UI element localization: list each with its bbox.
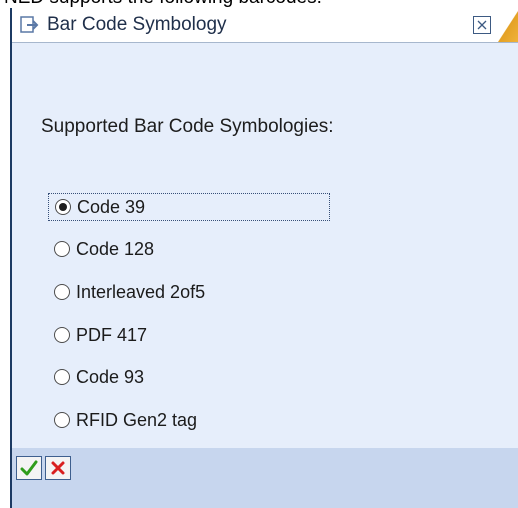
dialog-title: Bar Code Symbology	[47, 14, 227, 35]
radio-option-label: Code 128	[76, 239, 155, 259]
radio-button[interactable]	[55, 199, 71, 215]
titlebar-accent-decoration	[498, 8, 518, 42]
radio-option-label: Code 39	[77, 197, 146, 217]
dialog-footer	[12, 448, 518, 508]
green-check-icon	[20, 460, 38, 476]
radio-option-code-39[interactable]: Code 39	[48, 193, 330, 221]
radio-button[interactable]	[54, 284, 70, 300]
radio-button[interactable]	[54, 412, 70, 428]
page-top-text: NED supports the following barcodes:	[4, 0, 322, 8]
ok-button[interactable]	[16, 456, 42, 480]
dialog-titlebar: Bar Code Symbology	[12, 8, 518, 43]
bar-code-symbology-dialog: Bar Code Symbology Supported Bar Code Sy…	[10, 8, 518, 508]
radio-button[interactable]	[54, 369, 70, 385]
radio-option-label: Code 93	[76, 367, 145, 387]
radio-option-rfid-gen2-tag[interactable]: RFID Gen2 tag	[48, 406, 330, 434]
dialog-title-icon	[20, 16, 40, 34]
radio-option-label: Interleaved 2of5	[76, 282, 206, 302]
radio-option-pdf-417[interactable]: PDF 417	[48, 321, 330, 349]
radio-button[interactable]	[54, 241, 70, 257]
radio-button[interactable]	[54, 327, 70, 343]
radio-option-code-93[interactable]: Code 93	[48, 363, 330, 391]
radio-option-code-128[interactable]: Code 128	[48, 235, 330, 263]
close-button[interactable]	[473, 16, 491, 34]
radio-option-label: RFID Gen2 tag	[76, 410, 198, 430]
red-x-icon	[51, 461, 65, 475]
supported-symbologies-heading: Supported Bar Code Symbologies:	[41, 116, 334, 137]
cancel-button[interactable]	[45, 456, 71, 480]
close-icon	[477, 20, 487, 30]
radio-option-interleaved-2of5[interactable]: Interleaved 2of5	[48, 278, 330, 306]
radio-option-label: PDF 417	[76, 325, 148, 345]
